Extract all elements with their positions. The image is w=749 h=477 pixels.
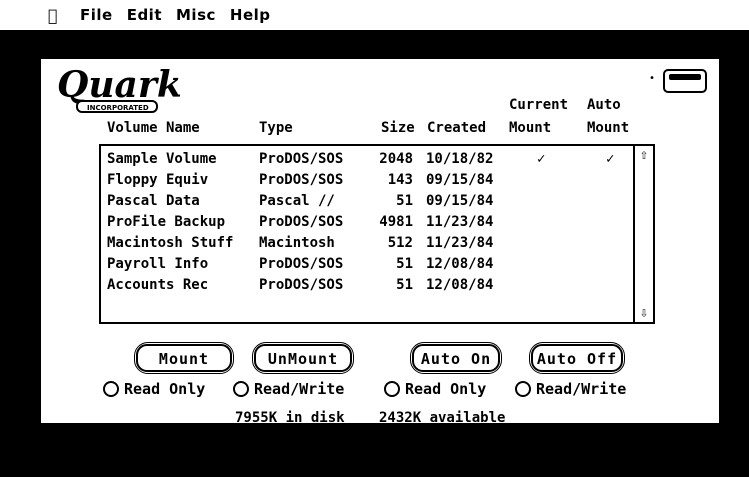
volume-created: 09/15/84 xyxy=(426,193,494,209)
header-volume-name: Volume Name xyxy=(107,120,200,136)
radio-label: Read Only xyxy=(124,380,206,398)
volume-type: ProDOS/SOS xyxy=(259,151,344,167)
volume-size: 2048 xyxy=(379,151,413,167)
apple-menu-icon[interactable]:  xyxy=(48,6,66,25)
menu-help[interactable]: Help xyxy=(230,6,271,24)
disk-usage-text: 7955K in disk xyxy=(235,410,345,426)
header-created: Created xyxy=(427,120,487,136)
logo-subtitle: INCORPORATED xyxy=(87,104,149,112)
radio-circle-icon xyxy=(233,381,249,397)
menu-edit[interactable]: Edit xyxy=(127,6,162,24)
volume-created: 11/23/84 xyxy=(426,214,494,230)
read-write-radio-mount[interactable]: Read/Write xyxy=(233,380,344,398)
volume-type: ProDOS/SOS xyxy=(259,256,344,272)
close-box-icon[interactable] xyxy=(663,69,707,93)
mount-button[interactable]: Mount xyxy=(134,342,234,374)
volume-name: Payroll Info xyxy=(107,256,209,272)
menu-file[interactable]: File xyxy=(80,6,113,24)
volume-size: 51 xyxy=(396,277,413,293)
unmount-button[interactable]: UnMount xyxy=(252,342,354,374)
volume-size: 4981 xyxy=(379,214,413,230)
volume-created: 12/08/84 xyxy=(426,277,494,293)
volume-created: 09/15/84 xyxy=(426,172,494,188)
volume-name: Sample Volume xyxy=(107,151,217,167)
menu-misc[interactable]: Misc xyxy=(176,6,216,24)
header-type: Type xyxy=(259,120,293,136)
volume-name: Macintosh Stuff xyxy=(107,235,234,251)
radio-label: Read/Write xyxy=(254,380,345,398)
volume-type: ProDOS/SOS xyxy=(259,214,344,230)
header-auto-line1: Auto xyxy=(587,97,621,113)
volume-size: 143 xyxy=(387,172,413,188)
quark-volume-window: Quark INCORPORATED • Current Auto Volume… xyxy=(41,59,719,426)
radio-circle-icon xyxy=(515,381,531,397)
available-space-text: 2432K available xyxy=(379,410,506,426)
volume-created: 11/23/84 xyxy=(426,235,494,251)
radio-circle-icon xyxy=(103,381,119,397)
volume-type: Macintosh xyxy=(259,235,335,251)
menu-bar:  File Edit Misc Help xyxy=(0,0,749,30)
volume-list[interactable]: Sample Volume ProDOS/SOS 2048 10/18/82 ✓… xyxy=(99,144,655,324)
header-current-line1: Current xyxy=(509,97,569,113)
auto-on-button[interactable]: Auto On xyxy=(410,342,502,374)
header-current-line2: Mount xyxy=(509,120,552,136)
scroll-down-arrow-icon[interactable]: ⇩ xyxy=(636,305,652,321)
radio-circle-icon xyxy=(384,381,400,397)
header-size: Size xyxy=(381,120,415,136)
volume-created: 10/18/82 xyxy=(426,151,494,167)
logo-text: Quark xyxy=(57,65,182,106)
volume-type: ProDOS/SOS xyxy=(259,172,344,188)
dot-mark: • xyxy=(648,73,655,84)
volume-name: Accounts Rec xyxy=(107,277,209,293)
auto-off-button[interactable]: Auto Off xyxy=(529,342,625,374)
read-write-radio-auto[interactable]: Read/Write xyxy=(515,380,626,398)
scrollbar[interactable]: ⇧ ⇩ xyxy=(633,146,653,322)
volume-size: 512 xyxy=(387,235,413,251)
volume-type: Pascal // xyxy=(259,193,335,209)
radio-label: Read/Write xyxy=(536,380,627,398)
current-mount-check[interactable]: ✓ xyxy=(537,151,545,167)
volume-name: Pascal Data xyxy=(107,193,200,209)
quark-logo: Quark INCORPORATED xyxy=(57,65,182,113)
read-only-radio-mount[interactable]: Read Only xyxy=(103,380,205,398)
volume-size: 51 xyxy=(396,256,413,272)
header-auto-line2: Mount xyxy=(587,120,630,136)
volume-name: Floppy Equiv xyxy=(107,172,209,188)
scroll-up-arrow-icon[interactable]: ⇧ xyxy=(636,147,652,163)
volume-type: ProDOS/SOS xyxy=(259,277,344,293)
auto-mount-check[interactable]: ✓ xyxy=(606,151,614,167)
volume-created: 12/08/84 xyxy=(426,256,494,272)
radio-label: Read Only xyxy=(405,380,487,398)
read-only-radio-auto[interactable]: Read Only xyxy=(384,380,486,398)
volume-size: 51 xyxy=(396,193,413,209)
volume-name: ProFile Backup xyxy=(107,214,226,230)
